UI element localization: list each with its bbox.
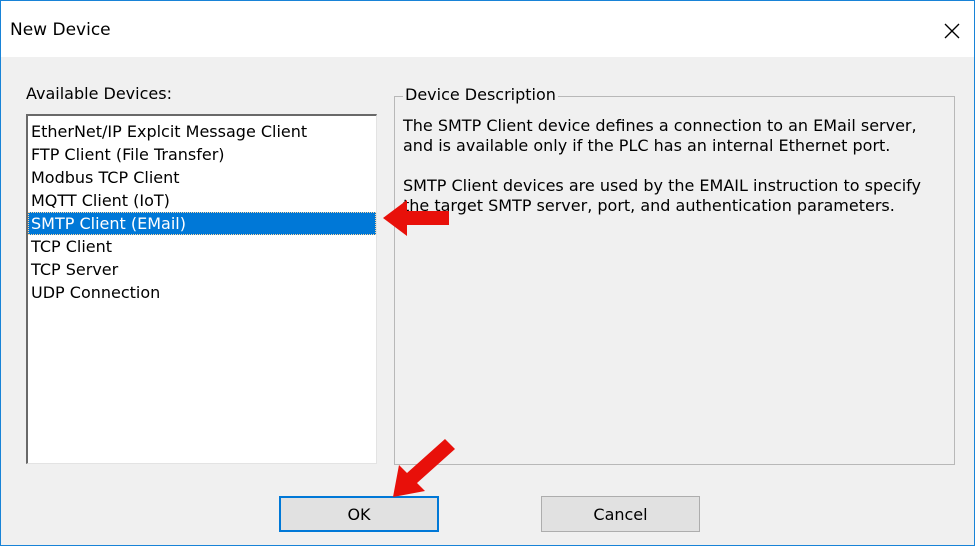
device-list-item[interactable]: Modbus TCP Client (28, 166, 376, 189)
device-list-item[interactable]: MQTT Client (IoT) (28, 189, 376, 212)
title-bar: New Device (1, 1, 974, 57)
device-list-item[interactable]: EtherNet/IP Explcit Message Client (28, 120, 376, 143)
device-list-item[interactable]: SMTP Client (EMail) (28, 212, 376, 235)
device-list-item[interactable]: UDP Connection (28, 281, 376, 304)
device-description-text: The SMTP Client device defines a connect… (403, 116, 951, 236)
device-list-item[interactable]: TCP Client (28, 235, 376, 258)
description-paragraph-2: SMTP Client devices are used by the EMAI… (403, 176, 921, 215)
new-device-dialog: New Device Available Devices: EtherNet/I… (0, 0, 975, 546)
ok-button[interactable]: OK (279, 496, 439, 532)
cancel-button[interactable]: Cancel (541, 496, 700, 532)
device-list-item[interactable]: TCP Server (28, 258, 376, 281)
close-button[interactable] (930, 13, 974, 49)
description-paragraph-1: The SMTP Client device defines a connect… (403, 116, 917, 155)
device-description-label: Device Description (403, 85, 558, 104)
available-devices-label: Available Devices: (26, 84, 172, 103)
available-devices-list[interactable]: EtherNet/IP Explcit Message Client FTP Cl… (26, 114, 377, 464)
window-title: New Device (10, 20, 111, 40)
device-list-item[interactable]: FTP Client (File Transfer) (28, 143, 376, 166)
close-icon (944, 23, 960, 39)
